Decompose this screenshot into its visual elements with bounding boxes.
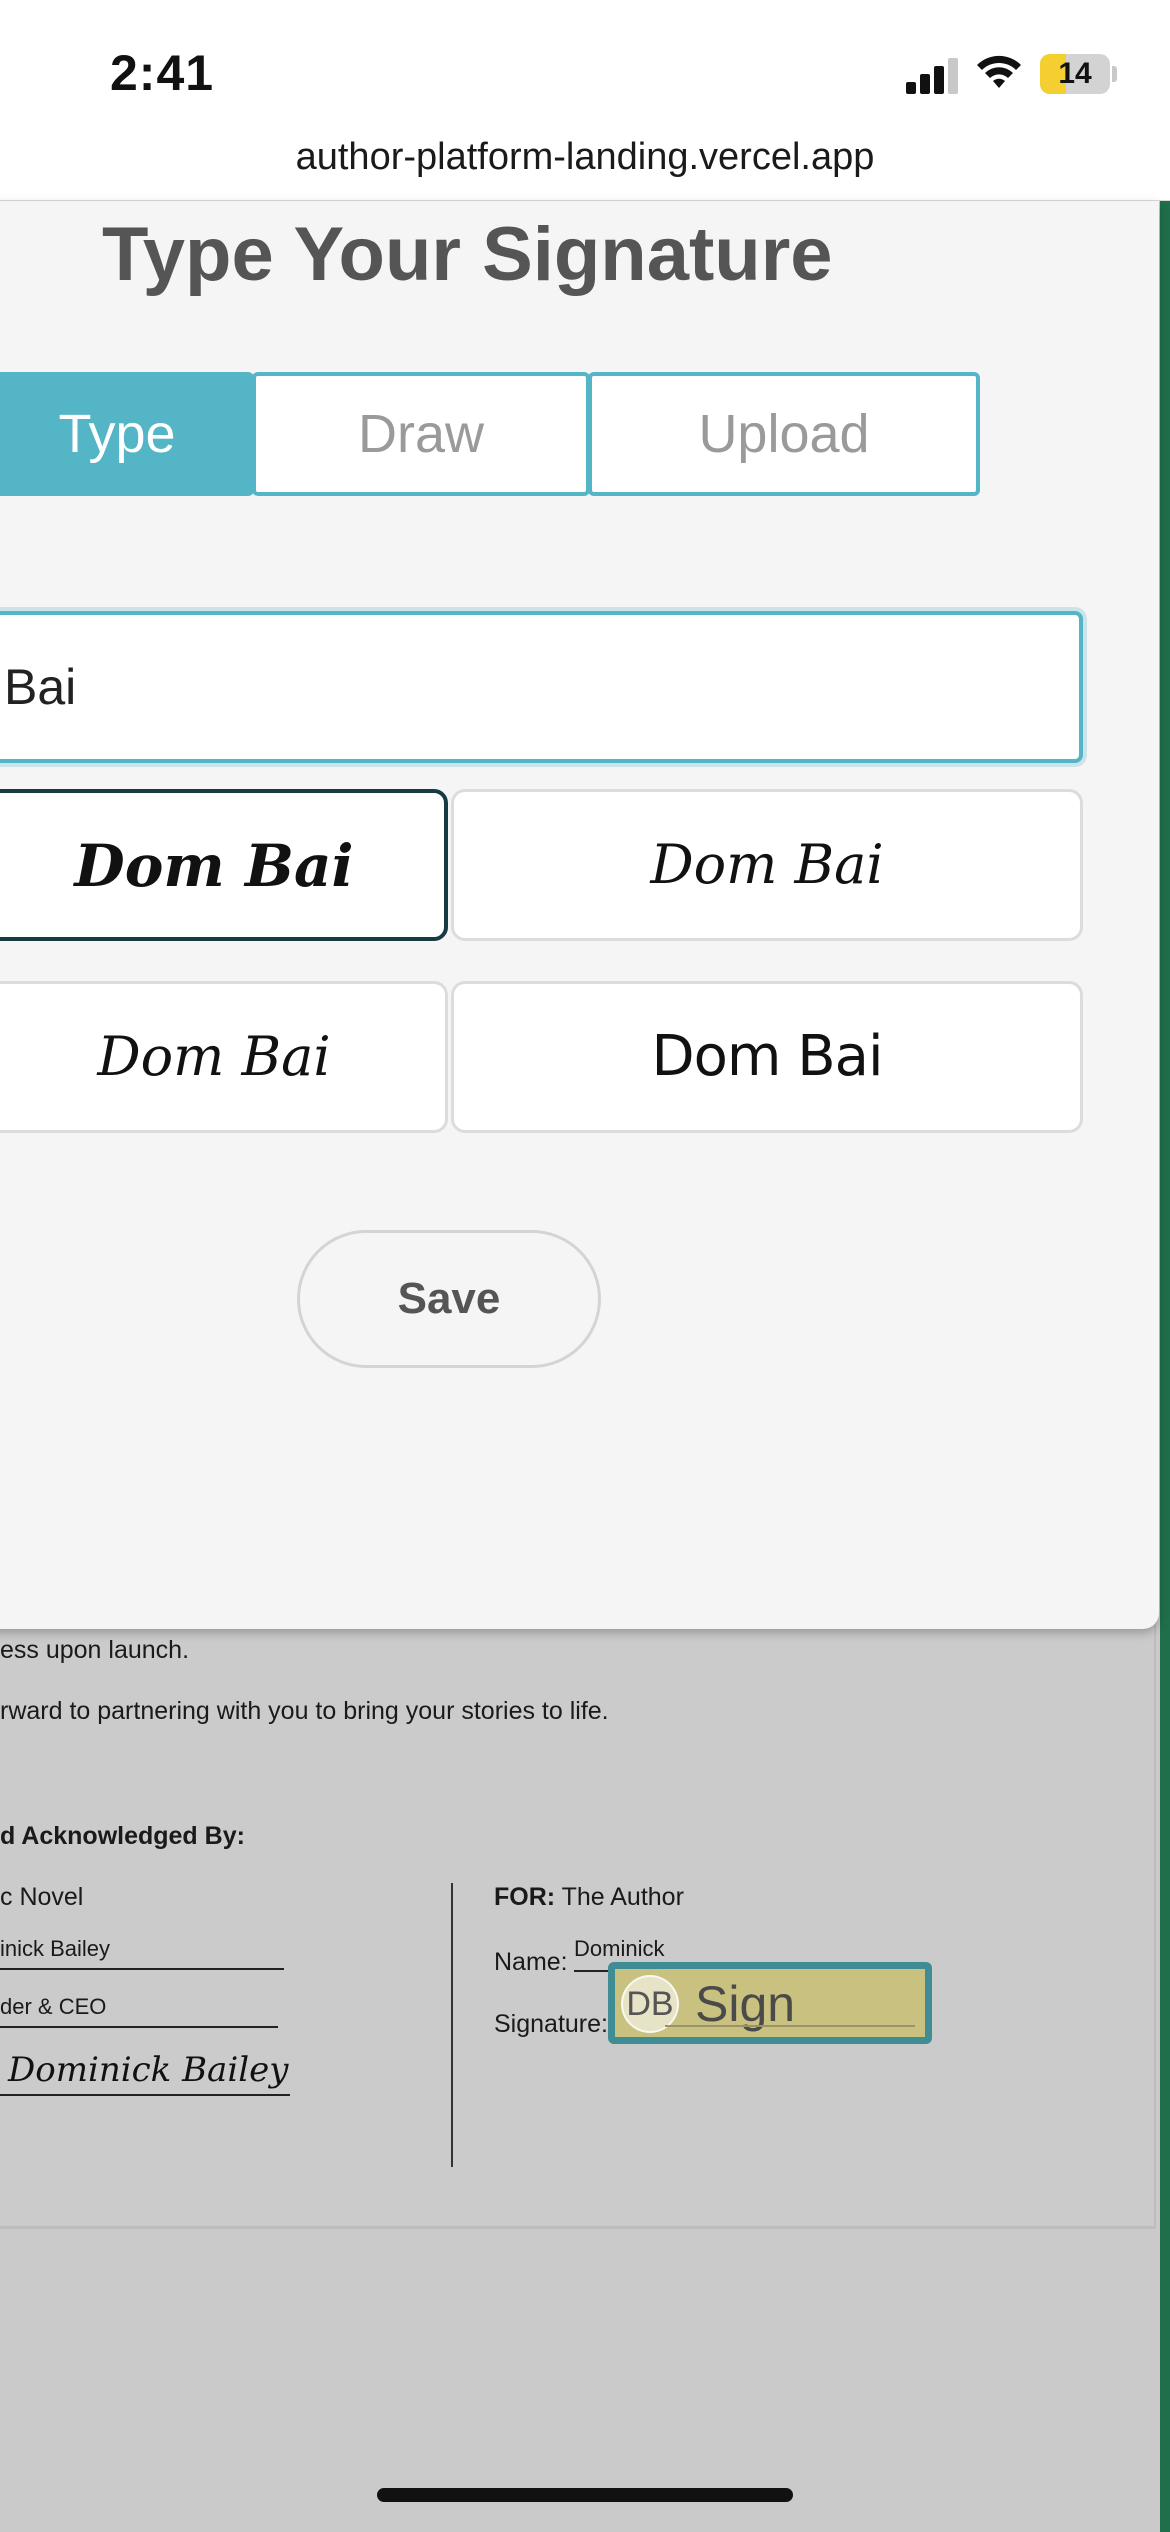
tab-type[interactable]: Type — [0, 372, 254, 496]
name-value: Dominick — [574, 1936, 665, 1961]
modal-title: Type Your Signature — [102, 212, 833, 297]
signature-preview: Dom Bai — [97, 1025, 331, 1088]
tab-draw[interactable]: Draw — [252, 372, 590, 496]
status-bar: 2:41 14 author-platform-landing.vercel.a… — [0, 0, 1170, 178]
page-edge-accent — [1160, 201, 1170, 2532]
acknowledged-heading: d Acknowledged By: — [0, 1822, 245, 1850]
signature-preview: Dom Bai — [650, 833, 884, 896]
signature-column-divider — [451, 1883, 453, 2167]
left-signature: Dominick Bailey — [8, 2050, 289, 2090]
signature-style-option[interactable]: Dom Bai — [0, 789, 448, 941]
signature-label: Signature: — [494, 2010, 608, 2038]
for-label: FOR: — [494, 1883, 556, 1911]
signature-name-input[interactable]: Bai — [0, 611, 1083, 763]
left-org: c Novel — [0, 1883, 84, 1911]
url-bar[interactable]: author-platform-landing.vercel.app — [0, 136, 1170, 179]
battery-icon: 14 — [1040, 54, 1110, 94]
document-line: rward to partnering with you to bring yo… — [0, 1697, 609, 1725]
signature-style-option[interactable]: Dom Bai — [451, 981, 1083, 1133]
battery-level: 14 — [1058, 57, 1092, 90]
signature-style-option[interactable]: Dom Bai — [0, 981, 448, 1133]
wifi-icon — [977, 55, 1021, 88]
signature-style-option[interactable]: Dom Bai — [451, 789, 1083, 941]
sign-here-field[interactable]: DB Sign — [608, 1962, 932, 2044]
for-value: The Author — [561, 1883, 684, 1911]
document-line: ess upon launch. — [0, 1636, 190, 1664]
left-name: inick Bailey — [0, 1936, 111, 1961]
signature-modal: Type Your Signature Type Draw Upload Bai… — [0, 201, 1159, 1629]
status-time: 2:41 — [110, 45, 215, 101]
signature-preview: Dom Bai — [651, 1024, 883, 1089]
home-indicator — [377, 2488, 793, 2502]
for-line: FOR: The Author — [494, 1883, 684, 1912]
tab-upload[interactable]: Upload — [588, 372, 980, 496]
name-label: Name: — [494, 1948, 568, 1976]
signature-preview: Dom Bai — [74, 832, 354, 900]
save-button[interactable]: Save — [297, 1230, 601, 1368]
cellular-signal-icon — [906, 58, 960, 94]
left-title: der & CEO — [0, 1994, 107, 2019]
